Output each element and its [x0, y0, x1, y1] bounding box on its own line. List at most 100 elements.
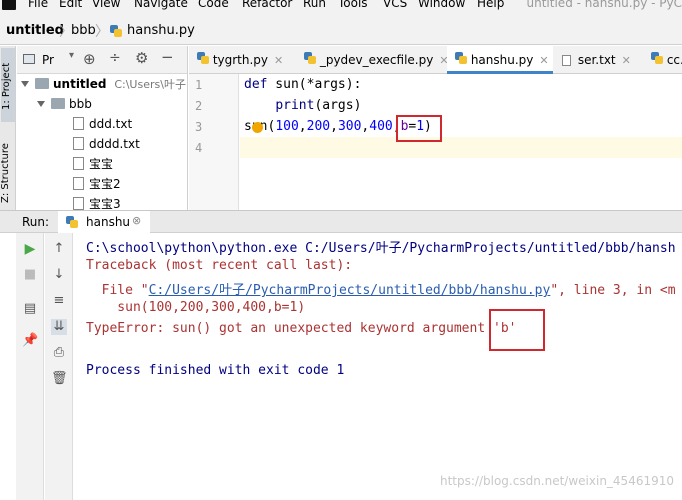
menu-run[interactable]: Run: [303, 0, 326, 10]
breadcrumb-folder[interactable]: bbb: [71, 23, 96, 38]
current-line-highlight: [240, 137, 682, 158]
tree-item-file[interactable]: 宝宝: [73, 154, 113, 174]
line-number: 4: [195, 141, 203, 155]
dropdown-icon[interactable]: ▾: [69, 50, 74, 61]
console-file-line: File "C:/Users/叶子/PycharmProjects/untitl…: [86, 279, 676, 298]
console-exit: Process finished with exit code 1: [86, 363, 345, 378]
text-file-icon: [73, 117, 84, 130]
menu-navigate[interactable]: Navigate: [134, 0, 188, 10]
python-file-icon: [455, 52, 467, 64]
keyword: def: [244, 77, 268, 92]
line-gutter: 1 2 3 4: [189, 74, 239, 210]
project-tool-tab[interactable]: 1: Project: [1, 48, 15, 122]
code-text: sun(*args):: [267, 77, 362, 92]
text-file-icon: [73, 137, 84, 150]
console-toolbar: ↑ ↓ ≡ ⇊ ⎙ 🗑: [45, 233, 73, 500]
tree-item-label: dddd.txt: [89, 137, 140, 151]
run-panel-header: Run: hanshu ⊗: [0, 210, 682, 233]
locate-icon[interactable]: ⊕: [83, 50, 96, 68]
code-line-1[interactable]: def sun(*args):: [244, 77, 361, 92]
close-icon[interactable]: ✕: [539, 54, 548, 67]
collapse-icon[interactable]: ÷: [109, 50, 121, 66]
project-view-icon: [23, 54, 35, 64]
menu-bar: File Edit View Navigate Code Refactor Ru…: [0, 0, 682, 12]
console-text: File ": [86, 283, 149, 298]
arrow-up-icon[interactable]: ↑: [51, 241, 67, 257]
close-icon[interactable]: ✕: [274, 54, 283, 67]
project-panel-header: Pr ▾ ⊕ ÷ ⚙ −: [17, 46, 187, 74]
folder-icon: [35, 78, 49, 89]
tab-cc[interactable]: cc.: [643, 46, 682, 74]
tree-item-label: ddd.txt: [89, 117, 133, 131]
tree-item-bbb[interactable]: bbb: [37, 94, 92, 114]
breadcrumb-project[interactable]: untitled: [6, 23, 64, 38]
window-title: untitled - hanshu.py - PyC: [526, 0, 682, 10]
arrow-down-icon[interactable]: ↓: [51, 267, 67, 283]
gear-icon[interactable]: ⚙: [135, 49, 148, 67]
python-file-icon: [110, 25, 122, 37]
structure-tab-label[interactable]: Z: Structure: [0, 138, 16, 208]
menu-window[interactable]: Window: [418, 0, 465, 10]
tab-tygrth[interactable]: tygrth.py ✕: [189, 46, 295, 74]
code-line-2[interactable]: print(args): [244, 98, 361, 113]
tree-item-file[interactable]: 宝宝2: [73, 174, 121, 194]
menu-code[interactable]: Code: [198, 0, 229, 10]
number: 300: [337, 119, 362, 134]
tree-item-label: bbb: [69, 97, 92, 111]
file-icon: [73, 197, 84, 210]
menu-tools[interactable]: Tools: [338, 0, 368, 10]
menu-help[interactable]: Help: [477, 0, 504, 10]
menu-view[interactable]: View: [92, 0, 120, 10]
menu-vcs[interactable]: VCS: [383, 0, 407, 10]
python-file-icon: [66, 216, 78, 228]
lightbulb-icon[interactable]: [252, 122, 263, 133]
close-icon[interactable]: ⊗: [132, 214, 141, 227]
hide-icon[interactable]: −: [161, 48, 174, 66]
number: 400: [369, 119, 393, 134]
code-text: (args): [314, 98, 362, 113]
scroll-to-end-icon[interactable]: ⇊: [51, 319, 67, 335]
tab-ser[interactable]: ser.txt ✕: [554, 46, 642, 74]
python-file-icon: [304, 52, 316, 64]
menu-edit[interactable]: Edit: [59, 0, 82, 10]
console-text: ", line 3, in <m: [550, 283, 676, 298]
trash-icon[interactable]: 🗑: [51, 371, 68, 387]
run-tab-hanshu[interactable]: hanshu ⊗: [58, 211, 150, 233]
console-code-line: sun(100,200,300,400,b=1): [86, 300, 306, 315]
watermark: https://blog.csdn.net/weixin_45461910: [439, 474, 674, 488]
breadcrumb-file[interactable]: hanshu.py: [127, 23, 195, 38]
tab-pydev-execfile[interactable]: _pydev_execfile.py ✕: [296, 46, 449, 74]
tree-item-file[interactable]: 宝宝3: [73, 194, 121, 210]
close-icon[interactable]: ✕: [622, 54, 631, 67]
layout-icon[interactable]: ▤: [22, 301, 38, 317]
tree-item-file[interactable]: ddd.txt: [73, 114, 132, 134]
number: 100: [275, 119, 299, 134]
file-icon: [73, 177, 84, 190]
tree-item-file[interactable]: dddd.txt: [73, 134, 140, 154]
console-file-link[interactable]: C:/Users/叶子/PycharmProjects/untitled/bbb…: [149, 283, 551, 298]
expand-arrow-icon: [21, 81, 29, 87]
menu-file[interactable]: File: [28, 0, 48, 10]
rerun-icon[interactable]: ▶: [22, 241, 38, 257]
pin-icon[interactable]: 📌: [22, 333, 38, 349]
stop-icon[interactable]: ■: [22, 267, 38, 283]
builtin: print: [275, 98, 315, 113]
tab-label: tygrth.py: [212, 53, 269, 67]
tab-label: ser.txt: [577, 53, 616, 67]
soft-wrap-icon[interactable]: ≡: [51, 293, 67, 309]
project-view-selector[interactable]: Pr: [42, 53, 54, 67]
tree-item-label: 宝宝2: [89, 177, 121, 191]
menu-refactor[interactable]: Refactor: [242, 0, 292, 10]
highlight-box: [396, 115, 442, 142]
editor-area: tygrth.py ✕ _pydev_execfile.py ✕ hanshu.py…: [189, 46, 682, 210]
expand-arrow-icon: [37, 101, 45, 107]
line-number: 3: [195, 120, 203, 134]
folder-icon: [51, 98, 65, 109]
text-file-icon: [562, 55, 571, 66]
run-config-label: hanshu: [86, 215, 131, 229]
print-icon[interactable]: ⎙: [51, 345, 67, 361]
tab-hanshu[interactable]: hanshu.py ✕: [447, 46, 553, 74]
console-output[interactable]: C:\school\python\python.exe C:/Users/叶子/…: [74, 233, 682, 500]
tree-item-untitled[interactable]: untitled C:\Users\叶子: [21, 74, 186, 94]
console-command: C:\school\python\python.exe C:/Users/叶子/…: [86, 241, 676, 256]
